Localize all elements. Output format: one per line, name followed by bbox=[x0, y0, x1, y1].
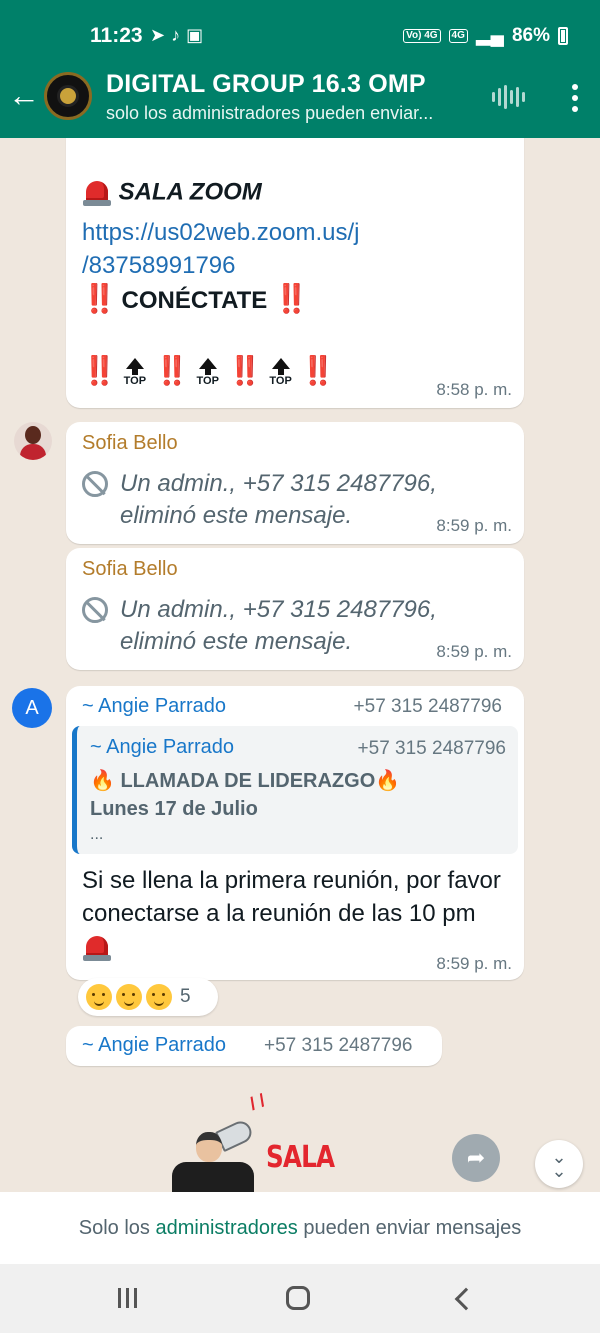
signal-icon: ▂▄ bbox=[475, 25, 504, 46]
message-zoom[interactable]: SALA ZOOM https://us02web.zoom.us/j /837… bbox=[66, 138, 524, 408]
deleted-text: Un admin., +57 315 2487796, eliminó este… bbox=[120, 470, 437, 529]
status-bar: 11:23 ➤ ♪ ▣ Vo) 4G 4G ▂▄ 86% bbox=[0, 0, 600, 60]
message-time: 8:59 p. m. bbox=[436, 954, 512, 973]
reaction-count: 5 bbox=[180, 986, 191, 1007]
sender-phone: +57 315 2487796 bbox=[353, 696, 502, 717]
chat-area[interactable]: SALA ZOOM https://us02web.zoom.us/j /837… bbox=[0, 138, 600, 1192]
deleted-icon bbox=[82, 597, 108, 623]
message-reply[interactable]: ~ Angie Parrado +57 315 2487796 ~ Angie … bbox=[66, 686, 524, 980]
message-time: 8:58 p. m. bbox=[436, 380, 512, 399]
message-sticker[interactable]: ~ Angie Parrado +57 315 2487796 bbox=[66, 1026, 442, 1066]
forward-button[interactable]: ➦ bbox=[452, 1134, 500, 1182]
message-body: Si se llena la primera reunión, por favo… bbox=[82, 864, 502, 963]
status-time: 11:23 bbox=[90, 24, 143, 47]
top-arrow-icon: TOP bbox=[121, 358, 149, 387]
admins-link[interactable]: administradores bbox=[155, 1217, 297, 1239]
message-deleted[interactable]: Sofia Bello Un admin., +57 315 2487796, … bbox=[66, 422, 524, 544]
sound-rays: / / bbox=[246, 1090, 268, 1114]
quoted-line-2: Lunes 17 de Julio bbox=[90, 798, 258, 820]
sender-name[interactable]: Sofia Bello bbox=[82, 432, 178, 455]
tiktok-icon: ♪ bbox=[171, 25, 181, 45]
system-nav-bar bbox=[0, 1264, 600, 1333]
battery-percent: 86% bbox=[511, 24, 550, 46]
back-arrow-icon[interactable]: ← bbox=[8, 78, 42, 112]
siren-icon bbox=[82, 933, 112, 963]
zoom-title: SALA ZOOM bbox=[82, 178, 262, 208]
back-icon[interactable] bbox=[454, 1287, 478, 1311]
quoted-line-1: 🔥 LLAMADA DE LIDERAZGO🔥 bbox=[90, 770, 401, 792]
zoom-link[interactable]: https://us02web.zoom.us/j /83758991796 bbox=[82, 216, 359, 282]
sender-phone: +57 315 2487796 bbox=[264, 1035, 413, 1056]
forward-icon: ➦ bbox=[466, 1145, 486, 1170]
crying-face-icon bbox=[86, 984, 112, 1010]
sender-name[interactable]: ~ Angie Parrado bbox=[82, 695, 226, 718]
siren-icon bbox=[82, 178, 112, 208]
quoted-sender: ~ Angie Parrado bbox=[90, 736, 234, 758]
group-subtitle[interactable]: solo los administradores pueden enviar..… bbox=[106, 103, 433, 124]
notification-icons: ➤ ♪ ▣ bbox=[150, 25, 203, 46]
sender-avatar[interactable] bbox=[14, 422, 52, 460]
admin-only-notice: Solo los administradores pueden enviar m… bbox=[0, 1192, 600, 1264]
home-icon[interactable] bbox=[286, 1286, 310, 1310]
laughing-face-icon bbox=[116, 984, 142, 1010]
reaction-bar[interactable]: 5 bbox=[78, 978, 218, 1016]
fire-icon: 🔥 bbox=[90, 770, 115, 792]
deleted-text: Un admin., +57 315 2487796, eliminó este… bbox=[120, 596, 437, 655]
thinking-face-icon bbox=[146, 984, 172, 1010]
group-avatar[interactable] bbox=[44, 72, 92, 120]
sender-name[interactable]: Sofia Bello bbox=[82, 558, 178, 581]
group-title[interactable]: DIGITAL GROUP 16.3 OMP bbox=[106, 70, 426, 99]
scroll-down-button[interactable]: ⌄ ⌄ bbox=[535, 1140, 583, 1188]
gallery-icon: ▣ bbox=[186, 25, 204, 45]
message-deleted[interactable]: Sofia Bello Un admin., +57 315 2487796, … bbox=[66, 548, 524, 670]
sender-avatar[interactable]: A bbox=[12, 688, 52, 728]
message-time: 8:59 p. m. bbox=[436, 516, 512, 535]
fire-icon: 🔥 bbox=[375, 770, 401, 792]
network-badge: 4G bbox=[448, 28, 468, 43]
deleted-icon bbox=[82, 471, 108, 497]
quoted-line-3: ... bbox=[90, 826, 104, 843]
top-arrow-icon: TOP bbox=[194, 358, 222, 387]
app-header: 11:23 ➤ ♪ ▣ Vo) 4G 4G ▂▄ 86% ← DIGITAL G… bbox=[0, 0, 600, 138]
battery-icon bbox=[558, 26, 568, 45]
quoted-phone: +57 315 2487796 bbox=[357, 738, 506, 759]
telegram-icon: ➤ bbox=[150, 25, 166, 45]
audio-wave-icon[interactable] bbox=[492, 85, 525, 109]
volte-badge: Vo) 4G bbox=[403, 28, 441, 43]
top-arrow-icon: TOP bbox=[267, 358, 295, 387]
zoom-top-row: ‼️ TOP ‼️ TOP ‼️ TOP ‼️ bbox=[82, 355, 335, 387]
sticker-text: SALA bbox=[266, 1140, 335, 1175]
recents-icon[interactable] bbox=[118, 1288, 137, 1308]
quoted-message[interactable]: ~ Angie Parrado +57 315 2487796 🔥 LLAMAD… bbox=[72, 726, 518, 854]
sender-name[interactable]: ~ Angie Parrado bbox=[82, 1034, 226, 1057]
chevron-double-down-icon: ⌄ ⌄ bbox=[551, 1147, 567, 1181]
zoom-cta: ‼️ CONÉCTATE ‼️ bbox=[82, 283, 309, 314]
sticker-image[interactable]: / / SALA bbox=[168, 1086, 338, 1192]
more-vert-icon[interactable] bbox=[572, 84, 578, 112]
message-time: 8:59 p. m. bbox=[436, 642, 512, 661]
